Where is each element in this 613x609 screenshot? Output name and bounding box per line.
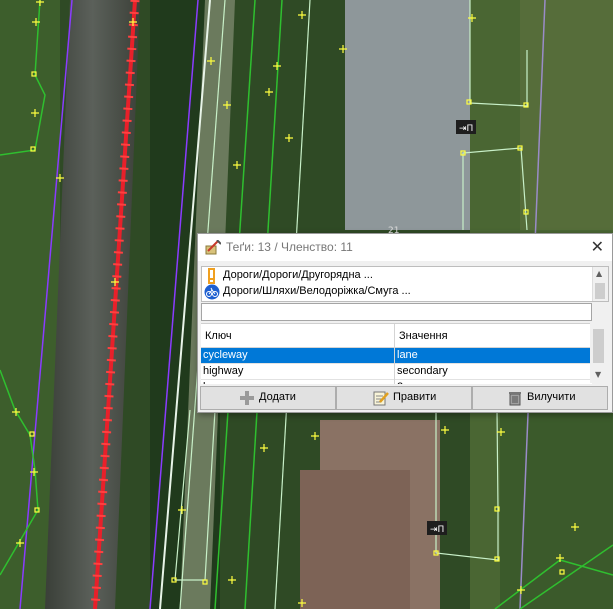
tag-value: 2: [397, 381, 403, 384]
close-icon[interactable]: ✕: [591, 237, 604, 256]
table-scrollbar[interactable]: ▼: [590, 323, 607, 383]
tag-key: highway: [203, 365, 244, 377]
edit-button[interactable]: Правити: [336, 386, 472, 410]
table-header: Ключ Значення: [201, 324, 592, 348]
plus-icon: [240, 391, 254, 405]
scroll-thumb[interactable]: [593, 329, 604, 363]
scroll-down-icon[interactable]: ▼: [595, 370, 601, 379]
delete-button[interactable]: Вилучити: [472, 386, 608, 410]
delete-button-label: Вилучити: [527, 391, 576, 403]
bicycle-icon: [204, 284, 220, 300]
button-bar: Додати Правити Вилучити: [198, 386, 612, 410]
preset-label: Дороги/Дороги/Другорядна ...: [223, 269, 373, 281]
add-button[interactable]: Додати: [200, 386, 336, 410]
column-header-value[interactable]: Значення: [399, 330, 448, 342]
scroll-up-icon[interactable]: ▲: [596, 269, 602, 278]
yard-right-top: [520, 0, 613, 230]
tag-key: cycleway: [203, 349, 248, 361]
turn-restriction-icon[interactable]: ⇥П: [456, 120, 476, 134]
dialog-title: Теґи: 13 / Членство: 11: [226, 240, 353, 254]
add-button-label: Додати: [259, 391, 296, 403]
tag-table: Ключ Значення cycleway lane highway seco…: [201, 323, 592, 384]
table-row[interactable]: cycleway lane: [201, 348, 592, 364]
svg-text:⇥П: ⇥П: [430, 525, 444, 535]
warning-road-icon: [208, 268, 215, 284]
tag-app-icon: [205, 240, 221, 255]
tag-key: lanes: [203, 381, 229, 384]
roof-building-top: [345, 0, 470, 230]
tag-dialog: Теґи: 13 / Членство: 11 ✕ Дороги/Дороги/…: [197, 233, 613, 413]
column-header-key[interactable]: Ключ: [205, 330, 232, 342]
preset-list: Дороги/Дороги/Другорядна ... Дороги/Шлях…: [201, 266, 609, 302]
svg-text:⇥П: ⇥П: [459, 124, 473, 134]
tag-filter-input[interactable]: [201, 303, 592, 321]
tag-value: secondary: [397, 365, 448, 377]
preset-label: Дороги/Шляхи/Велодоріжка/Смуга ...: [223, 285, 411, 297]
tag-value: lane: [397, 349, 418, 361]
scroll-thumb[interactable]: [595, 283, 605, 299]
roof-building-bottom-2: [300, 470, 410, 609]
dialog-titlebar[interactable]: Теґи: 13 / Членство: 11 ✕: [198, 234, 612, 261]
table-row[interactable]: highway secondary: [201, 364, 592, 380]
turn-restriction-icon[interactable]: ⇥П: [427, 521, 447, 535]
table-row[interactable]: lanes 2: [201, 380, 592, 384]
edit-button-label: Правити: [393, 391, 437, 403]
column-separator[interactable]: [394, 324, 395, 384]
edit-pencil-icon: [373, 391, 389, 406]
yard-right-bottom: [500, 410, 613, 609]
trash-icon: [509, 392, 521, 406]
preset-scrollbar[interactable]: ▲: [592, 267, 608, 301]
